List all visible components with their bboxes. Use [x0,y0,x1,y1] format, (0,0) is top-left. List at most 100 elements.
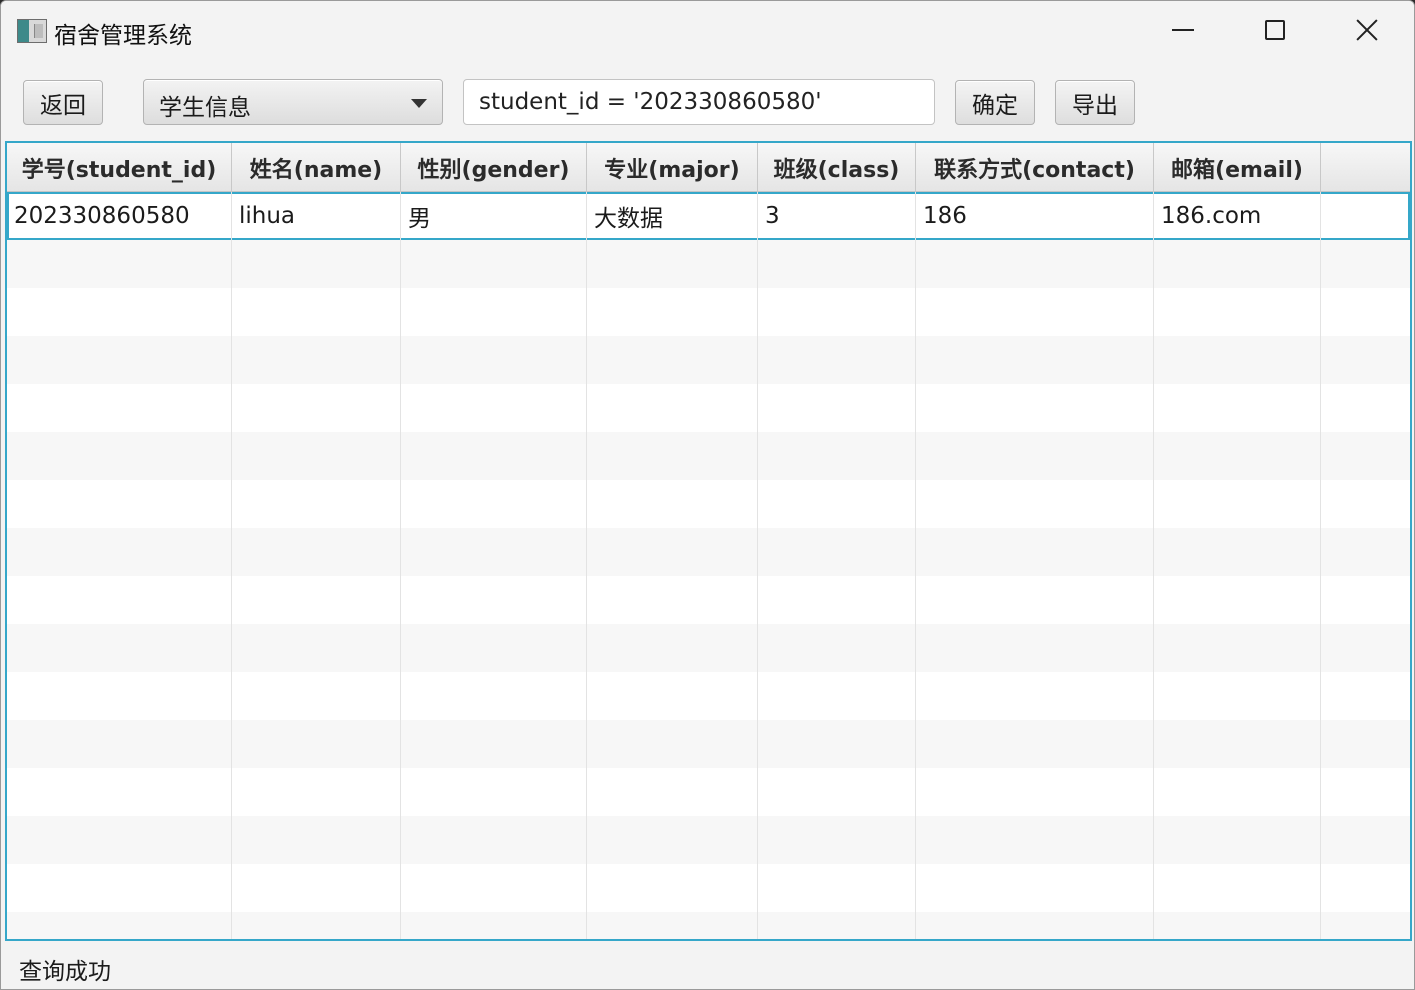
table-row-empty[interactable] [7,912,1410,939]
query-input[interactable] [463,79,935,125]
minimize-icon [1172,29,1194,31]
empty-cell [587,576,758,624]
table-row-empty[interactable] [7,576,1410,624]
table-row-empty[interactable] [7,624,1410,672]
empty-cell [1321,624,1410,672]
empty-cell [401,720,587,768]
empty-cell [1154,384,1321,432]
empty-cell [587,336,758,384]
empty-cell [401,864,587,912]
empty-cell [1154,768,1321,816]
column-header-contact[interactable]: 联系方式(contact) [916,143,1154,192]
cell-contact[interactable]: 186 [916,192,1154,240]
table-row-empty[interactable] [7,384,1410,432]
empty-cell [587,672,758,720]
window-title: 宿舍管理系统 [54,23,192,49]
empty-cell [232,480,401,528]
cell-class[interactable]: 3 [758,192,916,240]
empty-cell [7,912,232,939]
empty-cell [916,240,1154,288]
empty-cell [587,768,758,816]
table-row[interactable]: 202330860580 lihua 男 大数据 3 186 186.com [7,192,1410,240]
table-row-empty[interactable] [7,336,1410,384]
empty-cell [758,672,916,720]
empty-cell [587,288,758,336]
empty-cell [7,480,232,528]
empty-cell [1154,432,1321,480]
table-row-empty[interactable] [7,768,1410,816]
empty-cell [758,864,916,912]
empty-cell [916,912,1154,939]
empty-cell [1154,480,1321,528]
close-icon [1355,18,1379,42]
empty-cell [758,288,916,336]
column-header-student-id[interactable]: 学号(student_id) [7,143,232,192]
column-header-gender[interactable]: 性别(gender) [401,143,587,192]
empty-cell [401,288,587,336]
student-table[interactable]: 学号(student_id) 姓名(name) 性别(gender) 专业(ma… [5,141,1412,941]
status-message: 查询成功 [19,959,111,985]
column-header-major[interactable]: 专业(major) [587,143,758,192]
column-header-class[interactable]: 班级(class) [758,143,916,192]
table-select-dropdown[interactable]: 学生信息 [143,79,443,125]
empty-cell [401,240,587,288]
empty-cell [1321,816,1410,864]
table-select-value: 学生信息 [159,95,251,121]
empty-cell [1154,576,1321,624]
empty-cell [1321,672,1410,720]
table-row-empty[interactable] [7,720,1410,768]
minimize-button[interactable] [1137,1,1229,59]
app-window: 宿舍管理系统 返回 学生信息 确定 导出 学号(student_id) 姓名(n… [0,0,1415,990]
empty-cell [587,624,758,672]
confirm-button[interactable]: 确定 [955,80,1035,125]
table-row-empty[interactable] [7,432,1410,480]
table-row-empty[interactable] [7,672,1410,720]
empty-cell [232,864,401,912]
empty-cell [758,768,916,816]
empty-cell [916,384,1154,432]
table-row-empty[interactable] [7,240,1410,288]
empty-cell [401,912,587,939]
empty-cell [1154,816,1321,864]
empty-cell [1321,480,1410,528]
table-row-empty[interactable] [7,864,1410,912]
empty-cell [1321,768,1410,816]
table-row-empty[interactable] [7,816,1410,864]
chevron-down-icon [411,99,427,108]
empty-cell [1321,240,1410,288]
empty-cell [587,912,758,939]
close-button[interactable] [1321,1,1413,59]
empty-cell [758,624,916,672]
cell-name[interactable]: lihua [232,192,401,240]
table-row-empty[interactable] [7,288,1410,336]
empty-cell [758,576,916,624]
empty-cell [7,768,232,816]
cell-student-id[interactable]: 202330860580 [7,192,232,240]
empty-cell [1321,336,1410,384]
maximize-button[interactable] [1229,1,1321,59]
cell-gender[interactable]: 男 [401,192,587,240]
empty-cell [758,528,916,576]
export-button[interactable]: 导出 [1055,80,1135,125]
empty-cell [758,912,916,939]
cell-email[interactable]: 186.com [1154,192,1321,240]
column-header-name[interactable]: 姓名(name) [232,143,401,192]
empty-cell [587,384,758,432]
empty-cell [1154,624,1321,672]
table-row-empty[interactable] [7,528,1410,576]
empty-cell [758,816,916,864]
empty-cell [7,432,232,480]
empty-cell [1154,288,1321,336]
back-button[interactable]: 返回 [23,80,103,125]
empty-cell [758,240,916,288]
empty-cell [1154,720,1321,768]
table-row-empty[interactable] [7,480,1410,528]
empty-cell [401,336,587,384]
empty-cell [232,672,401,720]
empty-cell [232,336,401,384]
column-header-email[interactable]: 邮箱(email) [1154,143,1321,192]
empty-cell [401,816,587,864]
title-bar[interactable]: 宿舍管理系统 [1,1,1414,59]
cell-major[interactable]: 大数据 [587,192,758,240]
empty-cell [916,816,1154,864]
